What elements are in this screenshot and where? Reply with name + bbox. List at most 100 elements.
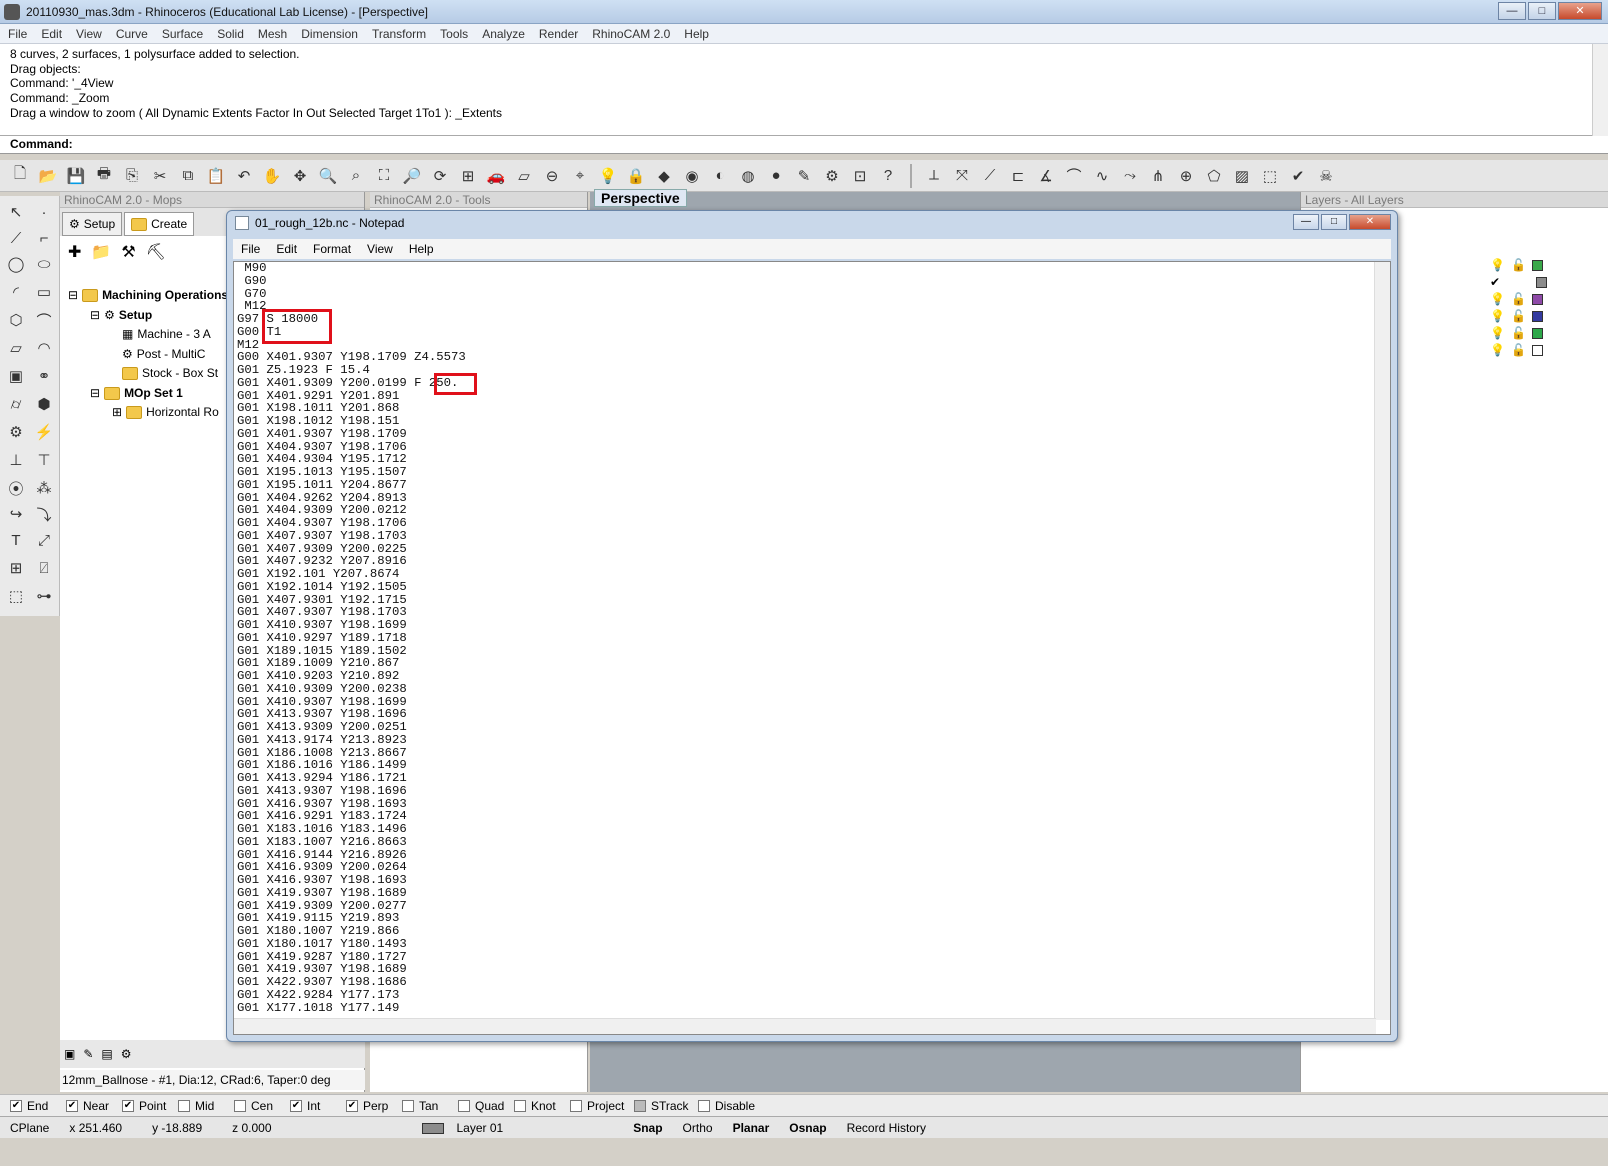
arc-icon[interactable]: ◜ (4, 280, 28, 304)
scale-icon[interactable]: ⤢ (32, 528, 56, 552)
osnap-tan[interactable]: Tan (402, 1099, 458, 1113)
flow-icon[interactable]: ⤵ (32, 502, 56, 526)
menu-render[interactable]: Render (539, 27, 578, 41)
cplane-label[interactable]: CPlane (0, 1121, 59, 1135)
osnap-checkbox[interactable] (514, 1099, 526, 1112)
generate-icon[interactable]: ⚒ (121, 242, 135, 264)
lock-icon[interactable]: 🔓 (1511, 292, 1526, 306)
mops-view-icon[interactable]: ▣ (64, 1047, 75, 1061)
draft-angle-icon[interactable]: ⬠ (1202, 164, 1226, 188)
notepad-menu-file[interactable]: File (241, 242, 260, 256)
mesh-icon[interactable]: ⊥ (4, 448, 28, 472)
move-view-icon[interactable]: ✥ (288, 164, 312, 188)
layer-row[interactable]: 💡 🔓 (1490, 309, 1543, 323)
point-icon[interactable]: · (32, 200, 56, 224)
dim-icon[interactable]: ⟂ (922, 164, 946, 188)
curve-icon[interactable]: ⌐ (32, 226, 56, 250)
menu-transform[interactable]: Transform (372, 27, 426, 41)
notepad-vertical-scrollbar[interactable] (1374, 262, 1390, 1020)
tree-node[interactable]: Stock - Box St (142, 364, 218, 384)
osnap-end[interactable]: ✔ End (10, 1099, 66, 1113)
select-icon[interactable]: ⊖ (540, 164, 564, 188)
measure-icon[interactable]: ⟋ (978, 164, 1002, 188)
tree-node[interactable]: Setup (119, 306, 152, 326)
pan-icon[interactable]: ✋ (260, 164, 284, 188)
text-icon[interactable]: T (4, 528, 28, 552)
save-icon[interactable]: 💾 (64, 164, 88, 188)
zoom-icon[interactable]: 🔍 (316, 164, 340, 188)
osnap-checkbox[interactable]: ✔ (346, 1099, 358, 1112)
stock-view-icon[interactable]: ▤ (101, 1047, 112, 1061)
tab-create[interactable]: Create (124, 212, 195, 236)
collapse-toggle-icon[interactable]: ⊟ (68, 286, 78, 306)
notepad-horizontal-scrollbar[interactable] (234, 1018, 1376, 1034)
osnap-quad[interactable]: Quad (458, 1099, 514, 1113)
osnap-checkbox[interactable] (634, 1099, 646, 1112)
maximize-button[interactable]: □ (1528, 2, 1556, 20)
open-icon[interactable]: 📂 (36, 164, 60, 188)
minimize-button[interactable]: — (1498, 2, 1526, 20)
osnap-strack[interactable]: STrack (634, 1099, 698, 1113)
osnap-checkbox[interactable] (458, 1099, 470, 1112)
command-prompt[interactable]: Command: (0, 136, 1608, 154)
layer-row[interactable]: 💡 🔓 (1490, 343, 1543, 357)
layer-color-swatch[interactable] (1531, 327, 1543, 339)
ghosted-icon[interactable]: ◍ (736, 164, 760, 188)
osnap-checkbox[interactable]: ✔ (66, 1099, 78, 1112)
osnap-near[interactable]: ✔ Near (66, 1099, 122, 1113)
collapse-toggle-icon[interactable]: ⊟ (90, 306, 100, 326)
grid-snap-icon[interactable]: ⊞ (4, 556, 28, 580)
group-icon[interactable]: ⦿ (4, 476, 28, 500)
osnap-mid[interactable]: Mid (178, 1099, 234, 1113)
tree-node[interactable]: MOp Set 1 (124, 384, 183, 404)
extrude-icon[interactable]: ⬢ (32, 392, 56, 416)
color-wheel-icon[interactable]: ◉ (680, 164, 704, 188)
layer-row[interactable]: ✔ (1490, 275, 1548, 289)
osnap-checkbox[interactable]: ✔ (122, 1099, 134, 1112)
bulb-icon[interactable]: 💡 (1490, 292, 1505, 306)
paste-icon[interactable]: 📋 (204, 164, 228, 188)
grid-plane-icon[interactable]: ▱ (512, 164, 536, 188)
history-scrollbar[interactable] (1592, 44, 1608, 136)
polygon-icon[interactable]: ⬡ (4, 308, 28, 332)
bend-icon[interactable]: ↪ (4, 502, 28, 526)
planar-toggle[interactable]: Planar (723, 1121, 780, 1135)
osnap-int[interactable]: ✔ Int (290, 1099, 346, 1113)
lock-icon[interactable]: 🔓 (1511, 343, 1526, 357)
boolean-icon[interactable]: ⚭ (32, 364, 56, 388)
skull-icon[interactable]: ☠ (1314, 164, 1338, 188)
menu-edit[interactable]: Edit (41, 27, 62, 41)
notepad-minimize-button[interactable]: — (1293, 214, 1319, 230)
snap-toggle[interactable]: Snap (523, 1121, 672, 1135)
rotate-view-icon[interactable]: ⟳ (428, 164, 452, 188)
lock-icon[interactable]: 🔓 (1511, 258, 1526, 272)
pen-icon[interactable]: ✎ (792, 164, 816, 188)
surface-icon[interactable]: ▱ (4, 336, 28, 360)
render-sphere-icon[interactable]: ● (764, 164, 788, 188)
osnap-knot[interactable]: Knot (514, 1099, 570, 1113)
select-arrow-icon[interactable]: ↖ (4, 200, 28, 224)
menu-file[interactable]: File (8, 27, 27, 41)
flash-icon[interactable]: ⚡ (32, 420, 56, 444)
lock-icon[interactable]: 🔓 (1511, 309, 1526, 323)
osnap-checkbox[interactable]: ✔ (290, 1099, 302, 1112)
osnap-point[interactable]: ✔ Point (122, 1099, 178, 1113)
layer-row[interactable]: 💡 🔓 (1490, 292, 1543, 306)
lock-icon[interactable]: 🔒 (624, 164, 648, 188)
zoom-extents-icon[interactable]: ⛶ (372, 164, 396, 188)
menu-analyze[interactable]: Analyze (482, 27, 525, 41)
edit-points-icon[interactable]: ⍁ (32, 556, 56, 580)
osnap-checkbox[interactable] (698, 1099, 710, 1112)
array-icon[interactable]: ⁂ (32, 476, 56, 500)
layer-color-swatch[interactable] (1536, 276, 1548, 288)
osnap-checkbox[interactable]: ✔ (10, 1099, 22, 1112)
render-box-icon[interactable]: ⬚ (4, 584, 28, 608)
menu-surface[interactable]: Surface (162, 27, 203, 41)
tree-node[interactable]: Machining Operations (102, 286, 228, 306)
osnap-checkbox[interactable] (402, 1099, 414, 1112)
bulb-icon[interactable]: 💡 (1490, 326, 1505, 340)
current-layer[interactable]: Layer 01 (282, 1121, 524, 1135)
tab-setup[interactable]: ⚙ Setup (62, 212, 123, 236)
menu-view[interactable]: View (76, 27, 102, 41)
print-icon[interactable]: 🖶 (92, 164, 116, 188)
